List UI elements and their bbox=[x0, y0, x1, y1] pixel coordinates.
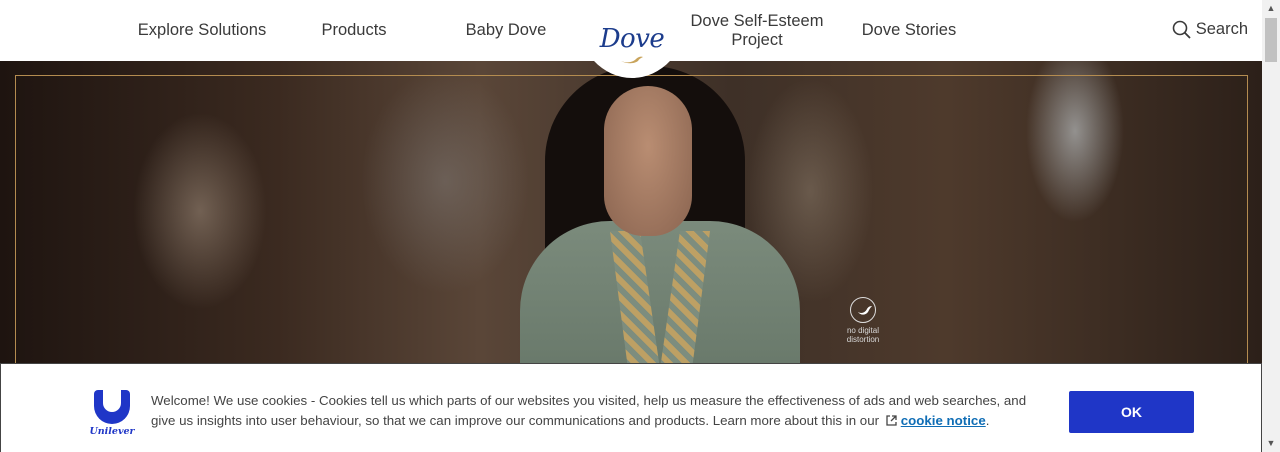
scrollbar-thumb[interactable] bbox=[1265, 18, 1277, 62]
vertical-scrollbar[interactable]: ▲ ▼ bbox=[1262, 0, 1280, 452]
nav-dove-stories-label: Dove Stories bbox=[861, 21, 957, 39]
unilever-u-icon bbox=[94, 390, 130, 424]
cookie-ok-button[interactable]: OK bbox=[1069, 391, 1194, 433]
nav-self-esteem-label-line2: Project bbox=[731, 30, 783, 49]
search-label: Search bbox=[1195, 20, 1248, 38]
unilever-logo: Unilever bbox=[89, 390, 135, 440]
no-digital-distortion-line1: no digital bbox=[846, 326, 880, 335]
no-digital-distortion-line2: distortion bbox=[846, 335, 880, 344]
external-link-icon bbox=[886, 414, 897, 426]
nav-explore-solutions-label: Explore Solutions bbox=[137, 21, 267, 39]
nav-baby-dove-label: Baby Dove bbox=[465, 21, 547, 39]
dove-logo-text: Dove bbox=[599, 24, 665, 54]
nav-products-label: Products bbox=[321, 21, 387, 39]
nav-explore-solutions[interactable]: Explore Solutions bbox=[128, 0, 276, 61]
nav-dove-stories[interactable]: Dove Stories bbox=[852, 0, 966, 61]
cookie-banner: Unilever Welcome! We use cookies - Cooki… bbox=[0, 363, 1262, 452]
scroll-up-icon[interactable]: ▲ bbox=[1262, 0, 1280, 17]
no-digital-distortion-badge: no digital distortion bbox=[838, 297, 888, 344]
search-button[interactable]: Search bbox=[1172, 20, 1248, 39]
no-digital-distortion-icon bbox=[850, 297, 876, 323]
nav-products[interactable]: Products bbox=[304, 0, 404, 61]
unilever-logo-text: Unilever bbox=[89, 426, 135, 437]
dove-bird-icon bbox=[621, 56, 643, 64]
scroll-down-icon[interactable]: ▼ bbox=[1262, 435, 1280, 452]
nav-self-esteem-label: Dove Self-Esteem Project bbox=[691, 12, 824, 50]
cookie-message: Welcome! We use cookies - Cookies tell u… bbox=[151, 391, 1031, 430]
search-icon bbox=[1172, 20, 1191, 39]
nav-dove-self-esteem-project[interactable]: Dove Self-Esteem Project bbox=[682, 0, 832, 61]
cookie-message-suffix: . bbox=[985, 412, 990, 428]
nav-self-esteem-label-line1: Dove Self-Esteem bbox=[690, 11, 824, 30]
site-header: Explore Solutions Products Baby Dove Dov… bbox=[0, 0, 1262, 78]
hero-gold-frame bbox=[15, 75, 1248, 375]
nav-baby-dove[interactable]: Baby Dove bbox=[450, 0, 562, 61]
cookie-notice-link[interactable]: cookie notice bbox=[901, 413, 986, 428]
